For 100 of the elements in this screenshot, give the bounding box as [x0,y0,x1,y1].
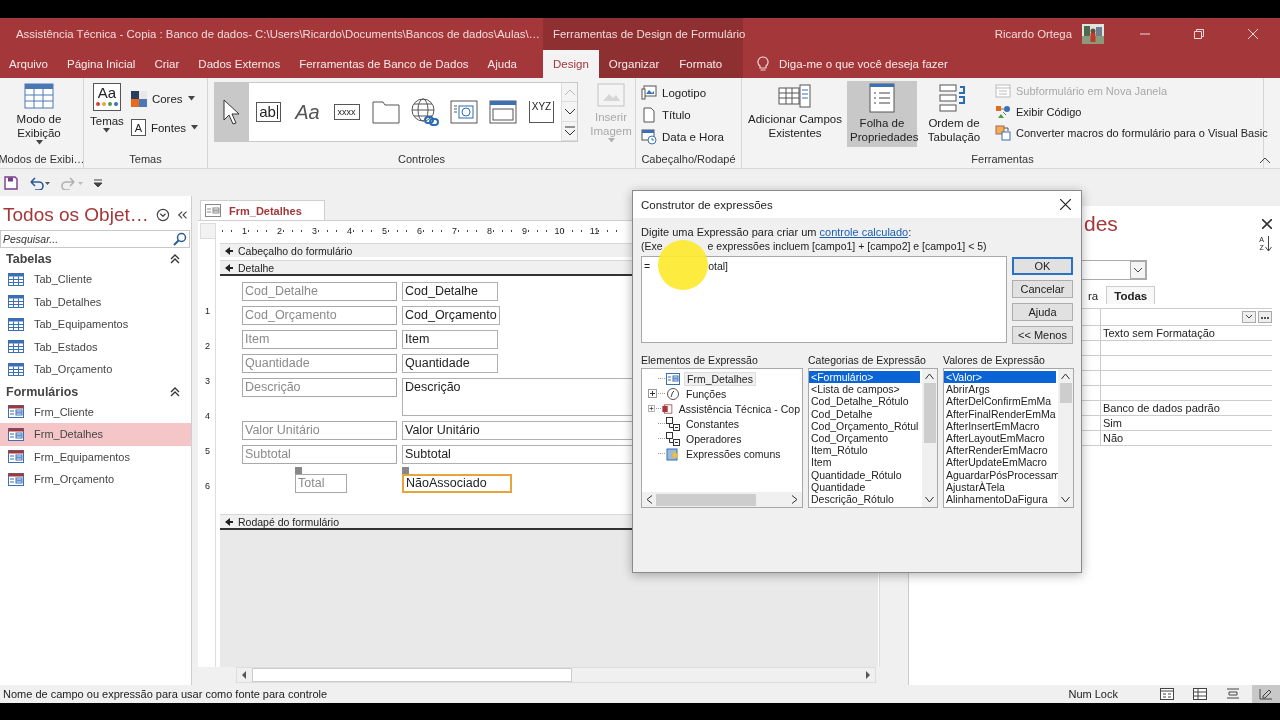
list-item[interactable]: AfterUpdateEmMacro [944,456,1058,469]
tree-item[interactable]: Assistência Técnica - Cop [676,402,802,415]
menu-tab[interactable]: Design [543,50,599,78]
tree-item[interactable]: Expressões comuns [684,447,783,460]
close-icon[interactable] [1262,219,1272,229]
arrow-left-icon[interactable] [240,671,248,679]
property-value[interactable]: Sim [1100,416,1272,430]
arrow-down-icon[interactable] [925,496,934,503]
list-item[interactable]: Cod_Detalhe [809,407,922,420]
document-tab[interactable]: Frm_Detalhes [200,200,325,220]
expand-icon[interactable] [648,389,657,398]
text-box[interactable]: Cod_Detalhe [402,282,498,301]
dropdown-icon[interactable] [155,207,170,223]
close-icon[interactable] [1060,199,1071,210]
list-item[interactable]: Cod_Detalhe_Rótulo [809,395,922,408]
navigation-item[interactable]: Tab_Cliente [0,268,191,291]
arrow-up-icon[interactable] [925,373,934,380]
vertical-scrollbar[interactable] [1058,369,1073,507]
ribbon-button[interactable]: Converter macros do formulário para o Visual Basic [993,123,1270,142]
move-handle[interactable] [295,467,302,474]
list-item[interactable]: AguardarPósProcessam [944,468,1058,481]
menu-tab[interactable]: Ferramentas de Banco de Dados [290,50,478,78]
menu-tab[interactable]: Organizar [598,50,670,78]
list-item[interactable]: AfterLayoutEmMacro [944,432,1058,445]
navigation-item[interactable]: Tab_Estados [0,335,191,358]
navigation-item[interactable]: Frm_Detalhes [0,423,191,446]
arrow-left-icon[interactable] [646,495,653,504]
tool-button[interactable]: ab [249,83,288,141]
ribbon-button[interactable]: Exibir Código [993,102,1270,121]
field-label[interactable]: Cod_Orçamento [242,306,397,325]
arrow-right-icon[interactable] [864,671,872,679]
ribbon-button[interactable]: Folha de Propriedades [847,81,917,147]
menu-tab[interactable]: Formato [669,50,733,78]
menu-tab[interactable]: Página Inicial [58,50,145,78]
scroll-thumb[interactable] [656,493,756,506]
text-box[interactable]: Quantidade [402,354,498,373]
menu-tab[interactable]: Arquivo [0,50,57,78]
list-item[interactable]: Item_Rótulo [809,444,922,457]
field-label[interactable]: Valor Unitário [242,421,397,440]
scroll-thumb[interactable] [923,383,936,443]
tell-me-button[interactable]: Diga-me o que você deseja fazer [743,50,1280,78]
property-value[interactable]: Banco de dados padrão [1100,401,1272,415]
horizontal-scrollbar[interactable] [642,492,802,507]
property-value[interactable]: Texto sem Formatação [1100,326,1272,340]
field-label[interactable]: Subtotal [242,445,397,464]
search-icon[interactable] [173,232,187,246]
search-field[interactable]: Pesquisar... [0,230,190,248]
field-label[interactable]: Total [295,474,347,493]
list-item[interactable]: Cod_Orçamento_Rótul [809,419,922,432]
scroll-thumb[interactable] [1059,383,1072,403]
text-box[interactable]: Item [402,330,498,349]
themes-button[interactable]: Aa Temas [87,81,127,147]
colors-button[interactable]: Cores [128,89,201,108]
menu-tab[interactable]: Dados Externos [189,50,290,78]
ribbon-button[interactable]: Adicionar Campos Existentes [745,81,845,147]
list-item[interactable]: Descrição_Rótulo [809,493,922,506]
text-box[interactable]: Cod_Orçamento [402,306,500,325]
list-item[interactable]: AfterFinalRenderEmMa [944,407,1058,420]
arrow-down-icon[interactable] [1061,496,1070,503]
ribbon-button[interactable]: Logotipo [639,83,726,102]
navigation-item[interactable]: Frm_Equipamentos [0,445,191,468]
list-item[interactable]: AfterRenderEmMacro [944,444,1058,457]
list-item[interactable]: Quantidade [809,480,922,494]
navigation-item[interactable]: Tab_Detalhes [0,290,191,313]
dialog-button[interactable]: Ajuda [1012,303,1073,321]
arrow-up-icon[interactable] [1061,373,1070,380]
navigation-item[interactable]: Frm_Cliente [0,400,191,423]
save-icon[interactable] [4,175,18,190]
property-tab[interactable]: ra [1083,286,1104,304]
list-item[interactable]: <Lista de campos> [809,383,922,396]
tool-button[interactable]: xxxx [327,83,366,141]
navigation-item[interactable]: Tab_Orçamento [0,358,191,381]
list-item[interactable]: <Valor> [944,371,1056,384]
move-handle[interactable] [402,467,409,474]
expand-icon[interactable] [648,404,655,413]
expression-list[interactable]: <Formulário> <Lista de campos> Cod_Detalhe_Rótulo Cod_Detalhe Cod_Orçamento_Rótul Cod_Orçamento Item_Rótulo Item Quantidade_Rótulo Quantidade Descrição_Rótulo [808,368,938,508]
list-item[interactable]: AfterDelConfirmEmMa [944,395,1058,408]
tree-item[interactable]: Operadores [684,432,744,445]
ribbon-button[interactable]: Título [639,105,726,124]
field-label[interactable]: Quantidade [242,354,397,373]
list-item[interactable]: Cod_Orçamento [809,432,922,445]
menu-tab[interactable]: Criar [145,50,189,78]
field-label[interactable]: Item [242,330,397,349]
fonts-button[interactable]: A Fontes [128,118,201,137]
navigation-item[interactable]: Tab_Equipamentos [0,313,191,336]
property-value[interactable]: Não [1100,431,1272,445]
view-button[interactable] [1252,685,1280,703]
list-item[interactable]: AjustarÀTela [944,480,1058,494]
tool-button[interactable]: XYZ [522,83,561,141]
expression-box[interactable]: = otal] [641,256,1007,343]
list-item[interactable]: Quantidade_Rótulo [809,468,922,481]
vertical-scrollbar[interactable] [922,369,937,507]
text-box[interactable]: NãoAssociado [402,474,512,493]
builder-icon[interactable] [1258,311,1272,323]
tree-item[interactable]: Funções [684,387,729,400]
customize-icon[interactable] [93,177,103,188]
list-item[interactable]: AlinhamentoDaFigura [944,493,1058,506]
tool-button[interactable] [215,83,249,141]
tree-item[interactable]: Frm_Detalhes [684,371,756,386]
expression-list[interactable]: <Valor> AbrirArgs AfterDelConfirmEmMa AfterFinalRenderEmMa AfterInsertEmMacro AfterLayoutEmMacro AfterRenderEmMacro AfterUpdateEmMacro AguardarPósProcessam AjustarÀTela AlinhamentoDaFigura [943,368,1074,508]
